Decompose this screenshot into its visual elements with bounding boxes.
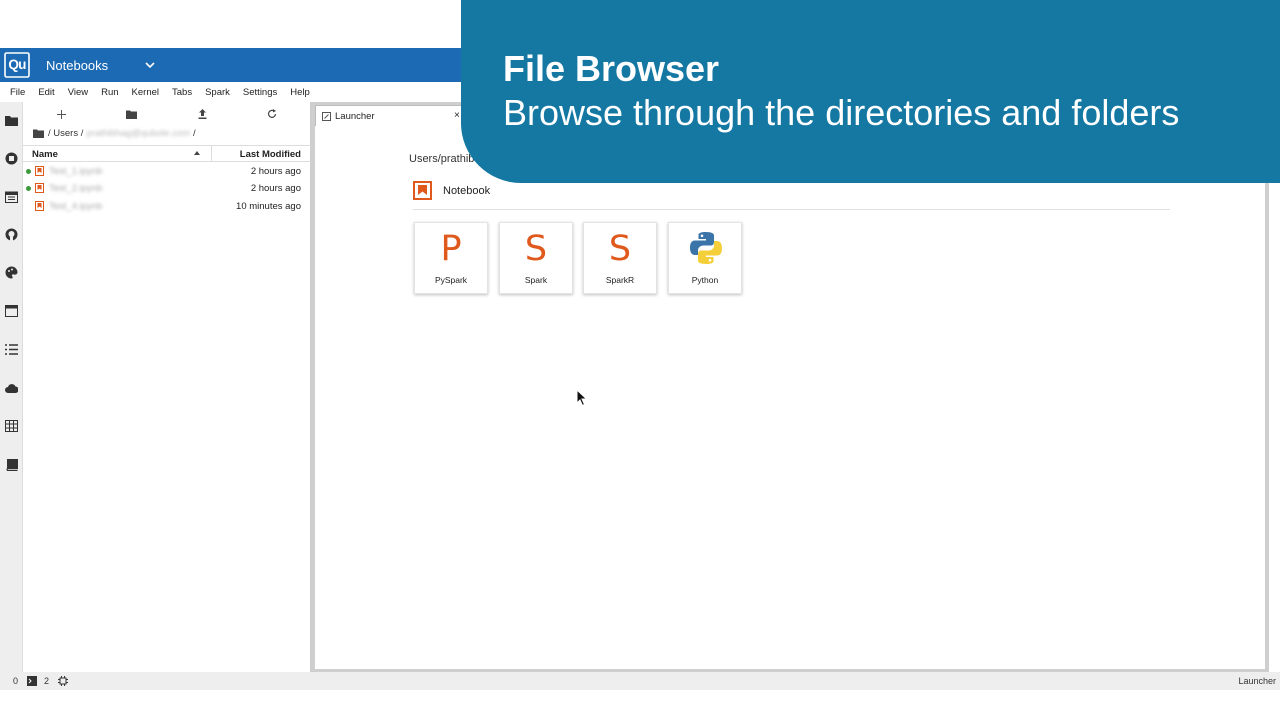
status-active-tab: Launcher [1238, 676, 1276, 686]
notebook-icon [35, 166, 44, 176]
file-row[interactable]: Test_2.ipynb 2 hours ago [23, 180, 311, 197]
python-logo-icon [690, 232, 722, 264]
launcher-panel: Users/prathib Notebook P PySpark S Spark… [315, 126, 1265, 669]
qubole-logo: Qu [4, 52, 30, 78]
new-launcher-plus-icon[interactable] [55, 108, 67, 120]
menu-kernel[interactable]: Kernel [132, 87, 159, 98]
running-indicator [26, 169, 31, 174]
tab-launcher[interactable]: Launcher × [315, 105, 465, 127]
menu-tabs[interactable]: Tabs [172, 87, 192, 98]
book-icon[interactable] [5, 458, 18, 471]
palette-icon[interactable] [5, 266, 18, 279]
file-row[interactable]: Test_1.ipynb 2 hours ago [23, 163, 311, 180]
launcher-edit-icon [322, 112, 331, 121]
home-folder-icon[interactable] [33, 129, 44, 138]
file-name: Test_4.ipynb [49, 201, 103, 212]
notebook-icon [35, 183, 44, 193]
status-kernels-count[interactable]: 0 [13, 676, 18, 686]
spark-kernel-icon: S [524, 229, 548, 269]
notebook-icon [35, 201, 44, 211]
running-indicator [26, 186, 31, 191]
banner-subtitle: Browse through the directories and folde… [503, 92, 1180, 133]
status-bar: 0 2 Launcher [0, 672, 1280, 690]
file-modified: 2 hours ago [250, 166, 301, 177]
screen: Qu Notebooks File Edit View Run Kernel T… [0, 0, 1280, 720]
file-list-header: Name Last Modified [23, 145, 311, 162]
menu-edit[interactable]: Edit [38, 87, 54, 98]
file-modified: 2 hours ago [250, 183, 301, 194]
file-name: Test_2.ipynb [49, 183, 103, 194]
section-divider [413, 209, 1170, 210]
file-row[interactable]: Test_4.ipynb 10 minutes ago [23, 198, 311, 215]
upload-icon[interactable] [196, 108, 208, 120]
kernel-card-pyspark[interactable]: P PySpark [414, 222, 488, 294]
breadcrumb: / Users / prathibhag@qubole.com / [33, 128, 196, 139]
terminal-icon[interactable] [27, 676, 37, 688]
running-stop-icon[interactable] [5, 152, 18, 165]
banner-title: File Browser [503, 48, 720, 89]
file-name: Test_1.ipynb [49, 166, 103, 177]
column-divider[interactable] [211, 146, 212, 162]
breadcrumb-user[interactable]: prathibhag@qubole.com [86, 128, 190, 139]
kernel-label: Python [691, 275, 719, 285]
github-icon[interactable] [5, 228, 18, 241]
menu-view[interactable]: View [68, 87, 88, 98]
cpu-chip-icon[interactable] [58, 676, 68, 688]
menu-settings[interactable]: Settings [243, 87, 277, 98]
sort-ascending-icon[interactable] [193, 149, 201, 157]
cloud-icon[interactable] [5, 381, 18, 394]
caption-banner: File Browser Browse through the director… [461, 0, 1280, 183]
mouse-cursor-icon [576, 389, 588, 407]
menu-run[interactable]: Run [101, 87, 118, 98]
menu-help[interactable]: Help [290, 87, 310, 98]
sparkr-kernel-icon: S [608, 229, 632, 269]
activity-bar [0, 102, 23, 672]
pyspark-kernel-icon: P [440, 229, 462, 269]
menu-spark[interactable]: Spark [205, 87, 230, 98]
file-browser-panel: / Users / prathibhag@qubole.com / Name L… [23, 102, 311, 672]
new-folder-icon[interactable] [125, 108, 137, 120]
kernel-label: SparkR [605, 275, 635, 285]
column-name[interactable]: Name [32, 149, 58, 160]
window-icon[interactable] [5, 304, 18, 317]
notebook-section-icon [413, 181, 432, 200]
list-icon[interactable] [5, 343, 18, 356]
table-icon[interactable] [5, 419, 18, 432]
file-browser-toolbar [23, 102, 310, 126]
close-icon[interactable]: × [454, 110, 460, 121]
file-modified: 10 minutes ago [236, 201, 301, 212]
folder-icon[interactable] [5, 114, 18, 127]
launcher-cwd: Users/prathib [409, 153, 475, 165]
breadcrumb-prefix[interactable]: / Users / [48, 128, 83, 139]
column-last-modified[interactable]: Last Modified [240, 149, 301, 160]
chevron-down-icon[interactable] [144, 58, 158, 72]
breadcrumb-suffix: / [193, 128, 196, 139]
notebook-section-title: Notebook [443, 184, 491, 197]
notebook-section-header: Notebook [413, 181, 490, 200]
calendar-icon[interactable] [5, 190, 18, 203]
menu-file[interactable]: File [10, 87, 25, 98]
kernel-card-python[interactable]: Python [668, 222, 742, 294]
status-terminals-count[interactable]: 2 [44, 676, 49, 686]
kernel-label: PySpark [434, 275, 468, 285]
tab-label: Launcher [335, 111, 375, 122]
refresh-icon[interactable] [266, 108, 278, 120]
app-title[interactable]: Notebooks [46, 58, 108, 73]
kernel-card-spark[interactable]: S Spark [499, 222, 573, 294]
main-dock-area: Launcher × Users/prathib Notebook P PySp… [311, 102, 1269, 672]
kernel-label: Spark [524, 275, 548, 285]
kernel-card-sparkr[interactable]: S SparkR [583, 222, 657, 294]
